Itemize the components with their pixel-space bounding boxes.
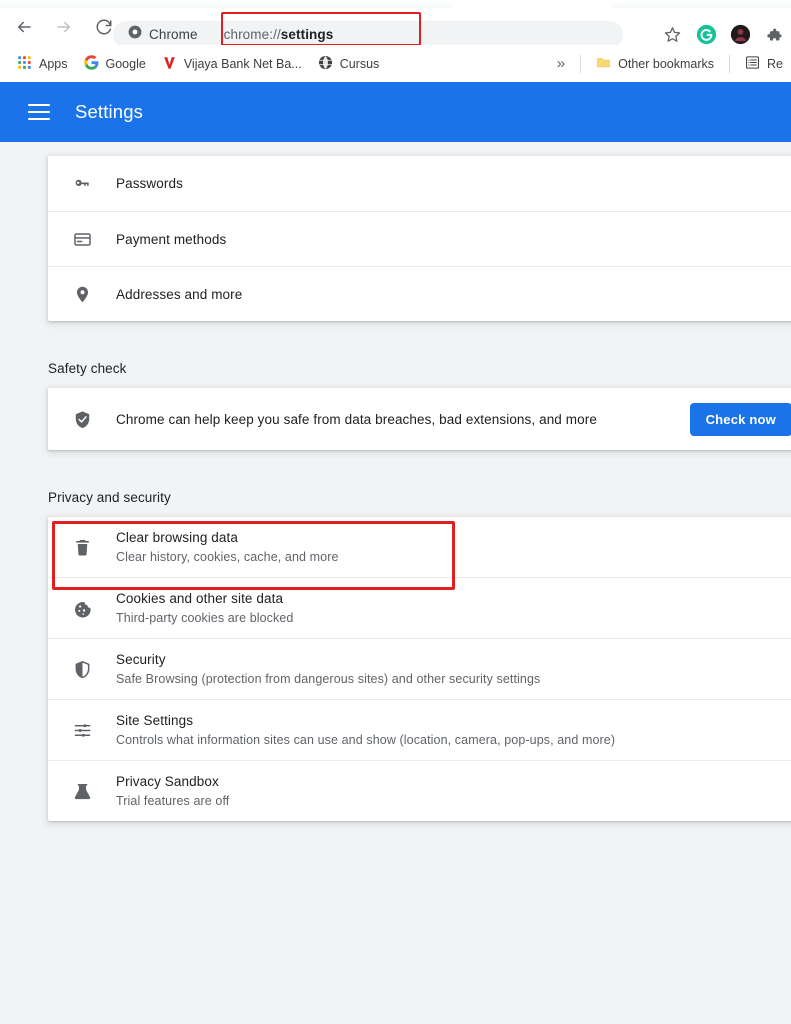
back-button[interactable] <box>8 11 40 43</box>
row-text: Cookies and other site data Third-party … <box>116 578 784 638</box>
check-now-button[interactable]: Check now <box>690 403 791 436</box>
trash-icon <box>48 538 116 557</box>
shield-icon <box>48 660 116 679</box>
row-subtitle: Third-party cookies are blocked <box>116 609 784 627</box>
row-subtitle: Controls what information sites can use … <box>116 731 784 749</box>
bookmarks-overflow-button[interactable]: » <box>549 56 573 71</box>
browser-toolbar: Chrome chrome://settings <box>0 8 791 45</box>
url-path: settings <box>281 27 334 42</box>
forward-button[interactable] <box>48 11 80 43</box>
url-prefix: chrome:// <box>224 27 281 42</box>
divider <box>580 55 581 73</box>
row-title: Privacy Sandbox <box>116 772 784 791</box>
settings-row-cookies[interactable]: Cookies and other site data Third-party … <box>48 577 791 638</box>
row-text: Payment methods <box>116 219 784 260</box>
row-text: Security Safe Browsing (protection from … <box>116 639 784 699</box>
bookmarks-bar-right: » Other bookmarks <box>549 45 791 82</box>
row-subtitle: Safe Browsing (protection from dangerous… <box>116 670 784 688</box>
row-text: Privacy Sandbox Trial features are off <box>116 761 784 821</box>
row-text: Site Settings Controls what information … <box>116 700 784 760</box>
bookmark-label: Google <box>106 57 146 71</box>
chrome-logo-icon <box>128 25 142 44</box>
bookmark-google[interactable]: Google <box>76 51 154 77</box>
flask-icon <box>48 782 116 801</box>
section-title-privacy-security: Privacy and security <box>48 490 791 505</box>
row-title: Addresses and more <box>116 285 784 304</box>
location-pin-icon <box>48 285 116 304</box>
settings-page: Settings Passwords <box>0 82 791 1024</box>
bookmark-label: Vijaya Bank Net Ba... <box>184 57 302 71</box>
row-subtitle: Trial features are off <box>116 792 784 810</box>
globe-icon <box>318 55 333 73</box>
safety-check-card: Chrome can help keep you safe from data … <box>48 388 791 450</box>
cookie-icon <box>48 599 116 618</box>
safety-check-text: Chrome can help keep you safe from data … <box>116 412 690 427</box>
reading-list-icon <box>745 55 760 73</box>
row-title: Passwords <box>116 174 784 193</box>
row-text: Clear browsing data Clear history, cooki… <box>116 517 784 577</box>
settings-row-security[interactable]: Security Safe Browsing (protection from … <box>48 638 791 699</box>
settings-row-addresses[interactable]: Addresses and more <box>48 266 791 321</box>
bookmark-label: Apps <box>39 57 68 71</box>
folder-icon <box>596 55 611 73</box>
settings-content: Passwords Payment m <box>0 142 791 821</box>
settings-row-passwords[interactable]: Passwords <box>48 156 791 211</box>
bookmark-vijaya-bank[interactable]: Vijaya Bank Net Ba... <box>154 51 310 77</box>
row-title: Payment methods <box>116 230 784 249</box>
row-title: Clear browsing data <box>116 528 784 547</box>
row-title: Site Settings <box>116 711 784 730</box>
address-bar[interactable]: Chrome chrome://settings <box>113 21 623 48</box>
sliders-icon <box>48 721 116 740</box>
other-bookmarks-label: Other bookmarks <box>618 57 714 71</box>
settings-header-bar: Settings <box>0 82 791 142</box>
browser-window: Chrome chrome://settings <box>0 0 791 1024</box>
vijaya-bank-icon <box>162 55 177 73</box>
section-title-safety-check: Safety check <box>48 361 791 376</box>
other-bookmarks-button[interactable]: Other bookmarks <box>588 51 722 77</box>
row-text: Addresses and more <box>116 274 784 315</box>
active-tab[interactable] <box>452 0 612 8</box>
settings-row-site-settings[interactable]: Site Settings Controls what information … <box>48 699 791 760</box>
omnibox-chip-label: Chrome <box>149 27 198 42</box>
bookmark-label: Cursus <box>340 57 380 71</box>
row-title: Cookies and other site data <box>116 589 784 608</box>
google-g-icon <box>84 55 99 73</box>
autofill-card: Passwords Payment m <box>48 156 791 321</box>
divider <box>729 55 730 73</box>
shield-check-icon <box>48 410 116 429</box>
privacy-card: Clear browsing data Clear history, cooki… <box>48 517 791 821</box>
page-title: Settings <box>75 101 143 123</box>
bookmark-apps[interactable]: Apps <box>9 51 76 77</box>
omnibox-url-text[interactable]: chrome://settings <box>210 27 623 42</box>
settings-row-privacy-sandbox[interactable]: Privacy Sandbox Trial features are off <box>48 760 791 821</box>
credit-card-icon <box>48 230 116 249</box>
row-title: Security <box>116 650 784 669</box>
omnibox-chrome-chip: Chrome <box>113 21 210 48</box>
reading-list-label: Re <box>767 57 783 71</box>
reading-list-button[interactable]: Re <box>737 51 791 77</box>
settings-row-payment-methods[interactable]: Payment methods <box>48 211 791 266</box>
settings-row-clear-browsing-data[interactable]: Clear browsing data Clear history, cooki… <box>48 517 791 577</box>
tab-strip <box>0 0 791 8</box>
hamburger-menu-icon[interactable] <box>28 104 50 120</box>
apps-grid-icon <box>17 55 32 73</box>
safety-check-row: Chrome can help keep you safe from data … <box>48 388 791 450</box>
row-text: Passwords <box>116 163 784 204</box>
row-subtitle: Clear history, cookies, cache, and more <box>116 548 784 566</box>
bookmarks-bar: Apps Google Vijaya Bank Net Ba... <box>0 45 791 82</box>
bookmark-cursus[interactable]: Cursus <box>310 51 388 77</box>
key-icon <box>48 174 116 193</box>
